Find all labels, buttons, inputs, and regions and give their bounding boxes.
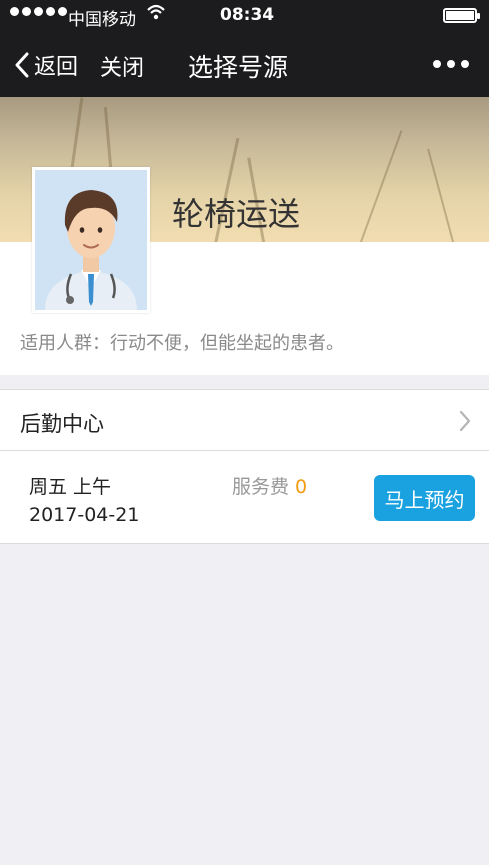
slot-row: 周五 上午 2017-04-21 服务费 0 马上预约 xyxy=(0,451,489,544)
page-title: 选择号源 xyxy=(188,53,289,82)
slot-day: 周五 上午 xyxy=(29,476,112,498)
close-button[interactable]: 关闭 xyxy=(100,50,144,82)
department-row[interactable]: 后勤中心 xyxy=(0,389,489,451)
slot-date: 2017-04-21 xyxy=(29,504,140,526)
more-icon[interactable] xyxy=(433,60,469,68)
book-now-button[interactable]: 马上预约 xyxy=(374,475,475,521)
wifi-icon xyxy=(146,3,166,26)
back-button[interactable]: 返回 xyxy=(14,49,78,81)
department-label: 后勤中心 xyxy=(20,412,104,436)
carrier-label: 中国移动 xyxy=(68,10,136,30)
service-fee: 服务费 0 xyxy=(232,472,307,499)
back-label: 返回 xyxy=(34,55,79,80)
chevron-right-icon xyxy=(459,410,471,436)
battery-icon xyxy=(443,8,480,23)
nav-bar: 返回 关闭 选择号源 xyxy=(0,32,489,97)
doctor-avatar-icon xyxy=(32,167,150,313)
signal-dots-icon xyxy=(10,7,67,16)
service-description: 适用人群：行动不便，但能坐起的患者。 xyxy=(20,333,344,354)
fee-label: 服务费 xyxy=(232,476,290,498)
service-header-card: 轮椅运送 适用人群：行动不便，但能坐起的患者。 xyxy=(0,97,489,375)
chevron-left-icon xyxy=(15,52,29,78)
service-name: 轮椅运送 xyxy=(172,195,301,233)
fee-value: 0 xyxy=(295,476,308,498)
clock: 08:34 xyxy=(220,5,275,25)
status-bar: 中国移动 08:34 xyxy=(0,0,489,32)
